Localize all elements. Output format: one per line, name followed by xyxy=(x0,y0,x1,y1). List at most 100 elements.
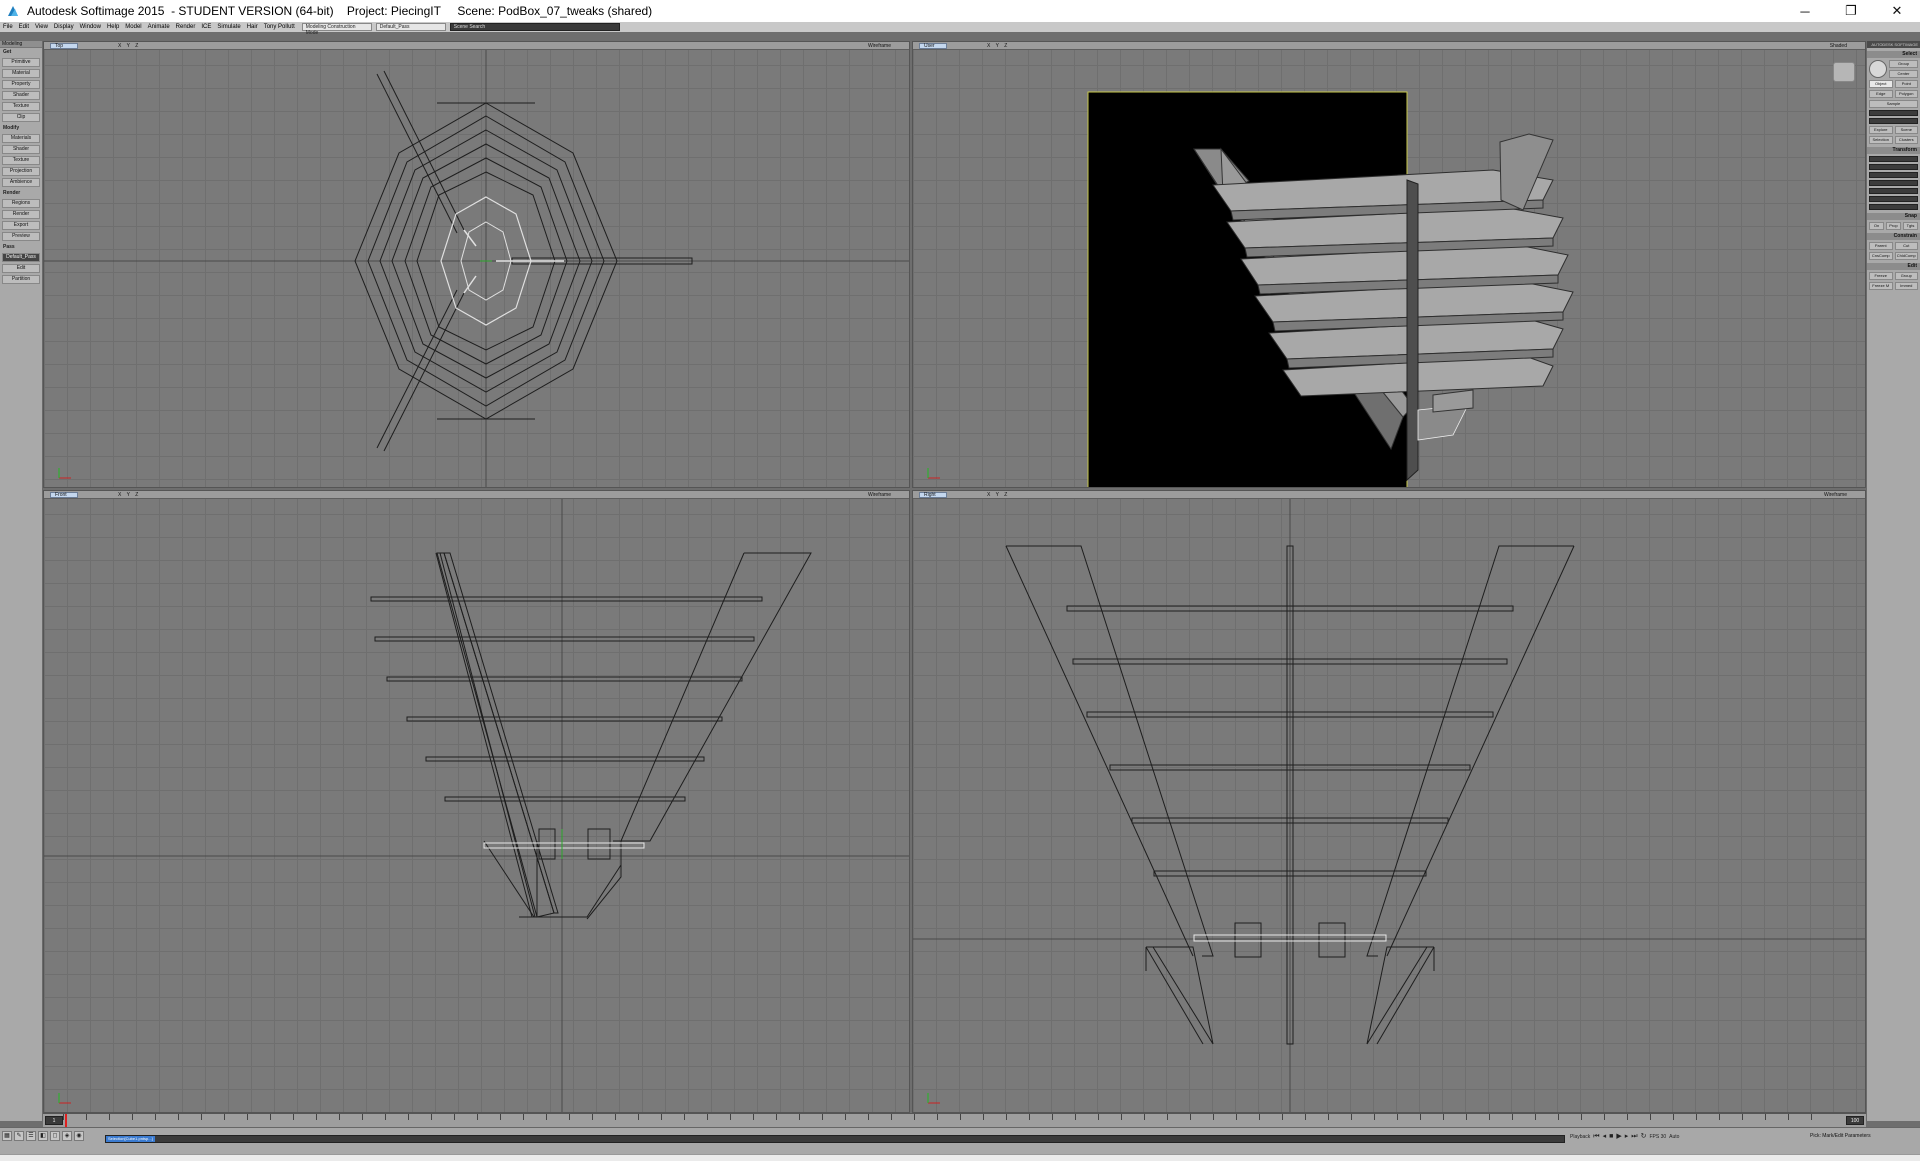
select-center-button[interactable]: Center xyxy=(1889,70,1918,78)
explore-button[interactable]: Explore xyxy=(1869,126,1893,134)
fps-label[interactable]: FPS 30 xyxy=(1649,1132,1666,1142)
select-object-button[interactable]: Object xyxy=(1869,80,1893,88)
view-cube-icon[interactable] xyxy=(1833,62,1855,82)
viewport-user-axis-buttons[interactable]: X Y Z xyxy=(987,42,1009,50)
stop-icon[interactable]: ■ xyxy=(1609,1132,1613,1142)
menu-simulate[interactable]: Simulate xyxy=(214,22,243,32)
restore-button[interactable]: ❐ xyxy=(1828,0,1874,22)
cns-comp-button[interactable]: CnsComp xyxy=(1869,252,1893,260)
render-button[interactable]: Render xyxy=(2,210,40,219)
select-edge-button[interactable]: Edge xyxy=(1869,90,1893,98)
viewport-front-display-mode[interactable]: Wireframe xyxy=(868,491,891,499)
explorer-icon[interactable]: ☰ xyxy=(26,1131,36,1141)
menu-hair[interactable]: Hair xyxy=(244,22,261,32)
first-frame-icon[interactable]: ⏮ xyxy=(1593,1132,1599,1142)
current-pass-field[interactable]: Default_Pass xyxy=(2,253,40,262)
viewport-front-camera-select[interactable]: Front xyxy=(50,491,78,498)
prev-key-icon[interactable]: ◂ xyxy=(1603,1132,1607,1142)
translate-z-field[interactable] xyxy=(1869,204,1918,210)
freeze-m-button[interactable]: Freeze M xyxy=(1869,282,1893,290)
pass-select[interactable]: Default_Pass xyxy=(375,23,446,31)
close-button[interactable]: ✕ xyxy=(1874,0,1920,22)
menu-display[interactable]: Display xyxy=(51,22,77,32)
viewport-top-camera-select[interactable]: Top xyxy=(50,42,78,49)
play-icon[interactable]: ▶ xyxy=(1616,1132,1621,1142)
selection-filter-field[interactable] xyxy=(1869,118,1918,124)
viewport-top[interactable]: Top X Y Z Wireframe xyxy=(43,41,910,488)
translate-field[interactable] xyxy=(1869,188,1918,194)
projection-button[interactable]: Projection xyxy=(2,167,40,176)
viewport-right-display-mode[interactable]: Wireframe xyxy=(1824,491,1847,499)
group-button[interactable]: Group xyxy=(1894,272,1918,280)
material-button[interactable]: Material xyxy=(2,69,40,78)
end-frame-field[interactable]: 100 xyxy=(1846,1116,1864,1125)
construction-mode-select[interactable]: Modeling Construction Mode xyxy=(301,23,372,36)
scale-field[interactable] xyxy=(1869,156,1918,162)
menu-render[interactable]: Render xyxy=(173,22,199,32)
viewport-front[interactable]: Front X Y Z Wireframe xyxy=(43,490,910,1113)
menu-animate[interactable]: Animate xyxy=(145,22,173,32)
scene-search-input[interactable]: Scene Search xyxy=(449,23,620,31)
primitive-button[interactable]: Primitive xyxy=(2,58,40,67)
auto-key-label[interactable]: Auto xyxy=(1669,1132,1679,1142)
menu-custom[interactable]: Tony Pollutt xyxy=(261,22,298,32)
modify-texture-button[interactable]: Texture xyxy=(2,156,40,165)
menu-edit[interactable]: Edit xyxy=(16,22,32,32)
viewport-right-camera-select[interactable]: Right xyxy=(919,491,947,498)
texture-button[interactable]: Texture xyxy=(2,102,40,111)
parent-button[interactable]: Parent xyxy=(1869,242,1893,250)
viewport-top-axis-buttons[interactable]: X Y Z xyxy=(118,42,140,50)
viewport-right-axis-buttons[interactable]: X Y Z xyxy=(987,491,1009,499)
command-line-input[interactable]: Selection[Cube1.pntsp...] xyxy=(105,1135,1565,1143)
snap-targets-button[interactable]: Tgts xyxy=(1903,222,1918,230)
menu-window[interactable]: Window xyxy=(77,22,104,32)
rotate-y-field[interactable] xyxy=(1869,180,1918,186)
cut-button[interactable]: Cut xyxy=(1894,242,1918,250)
script-editor-icon[interactable]: ✎ xyxy=(14,1131,24,1141)
regions-button[interactable]: Regions xyxy=(2,199,40,208)
rotate-field[interactable] xyxy=(1869,172,1918,178)
preview-button[interactable]: Preview xyxy=(2,232,40,241)
menu-ice[interactable]: ICE xyxy=(198,22,214,32)
timeline-playhead[interactable] xyxy=(65,1114,67,1128)
export-button[interactable]: Export xyxy=(2,221,40,230)
viewport-top-display-mode[interactable]: Wireframe xyxy=(868,42,891,50)
viewport-user[interactable]: User X Y Z Shaded xyxy=(912,41,1866,488)
scale-y-field[interactable] xyxy=(1869,164,1918,170)
select-arrow-icon[interactable] xyxy=(1869,60,1887,78)
menu-view[interactable]: View xyxy=(32,22,51,32)
snap-prop-button[interactable]: Prop xyxy=(1886,222,1901,230)
select-point-button[interactable]: Point xyxy=(1894,80,1918,88)
materials-button[interactable]: Materials xyxy=(2,134,40,143)
schematic-icon[interactable]: ◈ xyxy=(62,1131,72,1141)
translate-y-field[interactable] xyxy=(1869,196,1918,202)
clusters-button[interactable]: Clusters xyxy=(1894,136,1918,144)
select-polygon-button[interactable]: Polygon xyxy=(1894,90,1918,98)
modify-shader-button[interactable]: Shader xyxy=(2,145,40,154)
menu-file[interactable]: File xyxy=(0,22,16,32)
next-key-icon[interactable]: ▸ xyxy=(1625,1132,1629,1142)
layout-icon[interactable]: ▦ xyxy=(2,1131,12,1141)
partition-button[interactable]: Partition xyxy=(2,275,40,284)
toolbar-mode[interactable]: Modeling xyxy=(0,41,42,48)
clip-button[interactable]: Clip xyxy=(2,113,40,122)
snap-on-button[interactable]: On xyxy=(1869,222,1884,230)
selection-name-field[interactable] xyxy=(1869,110,1918,116)
ambience-button[interactable]: Ambience xyxy=(2,178,40,187)
select-sample-button[interactable]: Sample xyxy=(1869,100,1918,108)
viewport-user-camera-select[interactable]: User xyxy=(919,42,947,49)
immed-button[interactable]: Immed xyxy=(1894,282,1918,290)
viewport-front-axis-buttons[interactable]: X Y Z xyxy=(118,491,140,499)
scene-button[interactable]: Scene xyxy=(1894,126,1918,134)
menu-help[interactable]: Help xyxy=(104,22,122,32)
selection-button[interactable]: Selection xyxy=(1869,136,1893,144)
property-button[interactable]: Property xyxy=(2,80,40,89)
render-region-icon[interactable]: ◻ xyxy=(50,1131,60,1141)
pass-edit-button[interactable]: Edit xyxy=(2,264,40,273)
mcp-icon[interactable]: ◧ xyxy=(38,1131,48,1141)
freeze-button[interactable]: Freeze xyxy=(1869,272,1893,280)
last-frame-icon[interactable]: ⏭ xyxy=(1631,1132,1637,1142)
menu-model[interactable]: Model xyxy=(122,22,144,32)
child-comp-button[interactable]: ChldComp xyxy=(1894,252,1918,260)
shader-button[interactable]: Shader xyxy=(2,91,40,100)
